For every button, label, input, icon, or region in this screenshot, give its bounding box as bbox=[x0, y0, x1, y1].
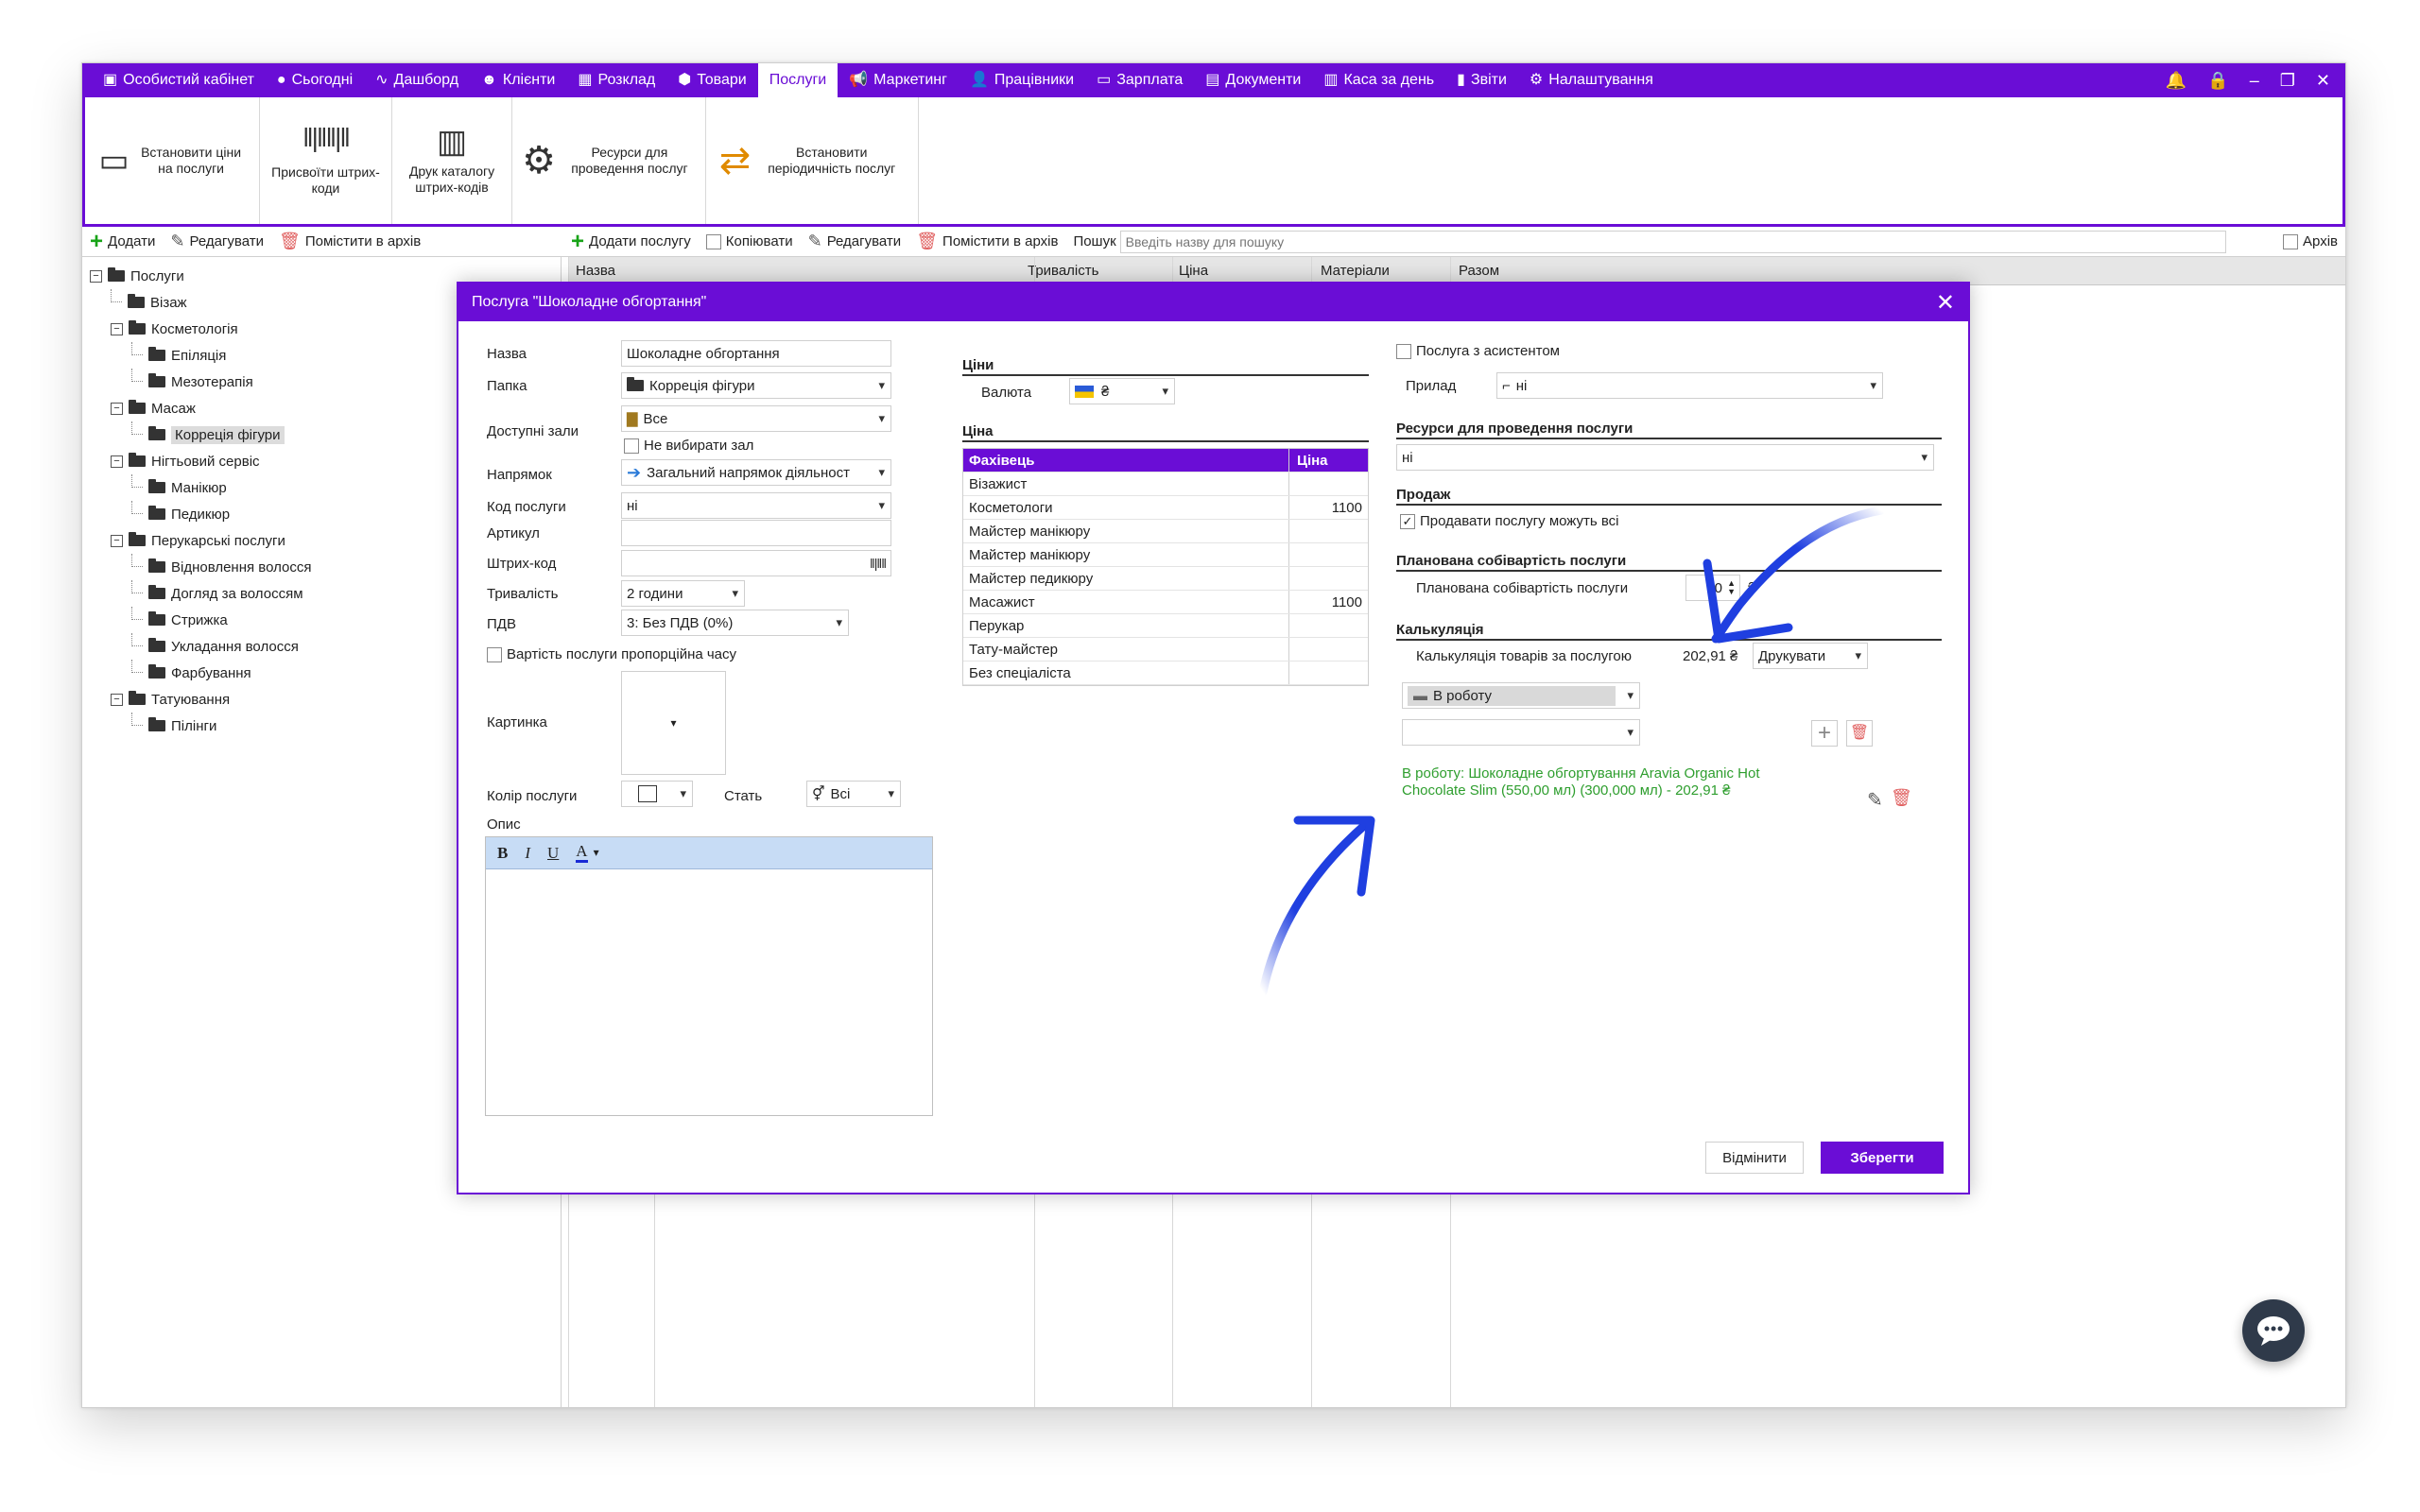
arrow-to-calc-line bbox=[1258, 816, 1375, 997]
arrow-to-calc-value bbox=[1703, 506, 1886, 644]
annotation-arrows bbox=[1258, 506, 1886, 997]
